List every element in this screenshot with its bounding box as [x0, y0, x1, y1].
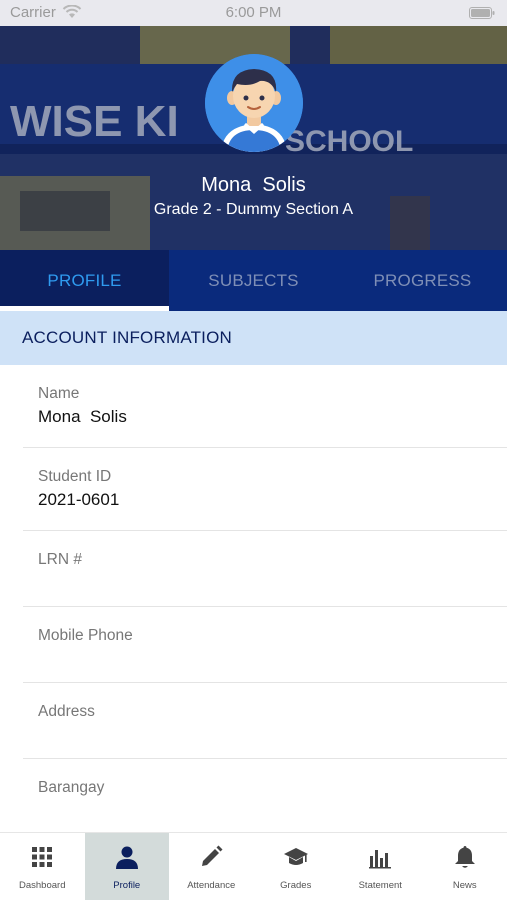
- student-avatar-icon: [205, 54, 303, 152]
- nav-dashboard[interactable]: Dashboard: [0, 833, 85, 900]
- nav-news[interactable]: News: [423, 833, 507, 900]
- field-lrn: LRN #: [23, 531, 507, 607]
- nav-label: Dashboard: [19, 880, 66, 891]
- bell-icon: [454, 846, 475, 868]
- field-name: Name Mona Solis: [23, 365, 507, 448]
- nav-grades[interactable]: Grades: [254, 833, 339, 900]
- status-bar: Carrier 6:00 PM: [0, 0, 507, 26]
- nav-label: Grades: [280, 880, 312, 891]
- field-label: Address: [38, 703, 95, 720]
- grid-icon: [32, 847, 53, 867]
- profile-tabs: PROFILE SUBJECTS PROGRESS: [0, 250, 507, 311]
- field-label: Mobile Phone: [38, 627, 133, 644]
- graduation-cap-icon: [283, 848, 308, 865]
- field-student-id: Student ID 2021-0601: [23, 448, 507, 531]
- field-label: Student ID: [38, 468, 112, 485]
- profile-header: WISE KI SCHOOL Mona Solis Grade 2 - Dumm…: [0, 26, 507, 250]
- field-barangay: Barangay: [23, 759, 507, 835]
- battery-icon: [469, 7, 495, 19]
- tab-progress[interactable]: PROGRESS: [338, 250, 507, 311]
- nav-label: Attendance: [187, 880, 236, 891]
- section-title: ACCOUNT INFORMATION: [0, 311, 507, 365]
- account-info-list: Name Mona Solis Student ID 2021-0601 LRN…: [0, 365, 507, 835]
- tab-profile[interactable]: PROFILE: [0, 250, 169, 311]
- field-mobile-phone: Mobile Phone: [23, 607, 507, 683]
- nav-profile[interactable]: Profile: [84, 833, 169, 900]
- field-value: 2021-0601: [38, 490, 120, 509]
- pencil-icon: [202, 845, 223, 866]
- nav-label: Statement: [358, 880, 402, 891]
- field-label: Barangay: [38, 779, 105, 796]
- field-label: LRN #: [38, 551, 82, 568]
- bottom-nav: Dashboard Profile Attendance Grades Stat…: [0, 832, 507, 900]
- nav-statement[interactable]: Statement: [338, 833, 423, 900]
- bar-chart-icon: [369, 850, 392, 869]
- nav-attendance[interactable]: Attendance: [169, 833, 254, 900]
- tab-subjects[interactable]: SUBJECTS: [169, 250, 338, 311]
- field-value: Mona Solis: [38, 407, 127, 426]
- field-address: Address: [23, 683, 507, 759]
- status-time: 6:00 PM: [225, 4, 282, 21]
- nav-label: Profile: [113, 880, 141, 891]
- student-name: Mona Solis: [201, 174, 306, 196]
- nav-label: News: [452, 880, 477, 891]
- field-label: Name: [38, 385, 80, 402]
- person-icon: [115, 846, 138, 869]
- student-grade-section: Grade 2 - Dummy Section A: [153, 201, 354, 218]
